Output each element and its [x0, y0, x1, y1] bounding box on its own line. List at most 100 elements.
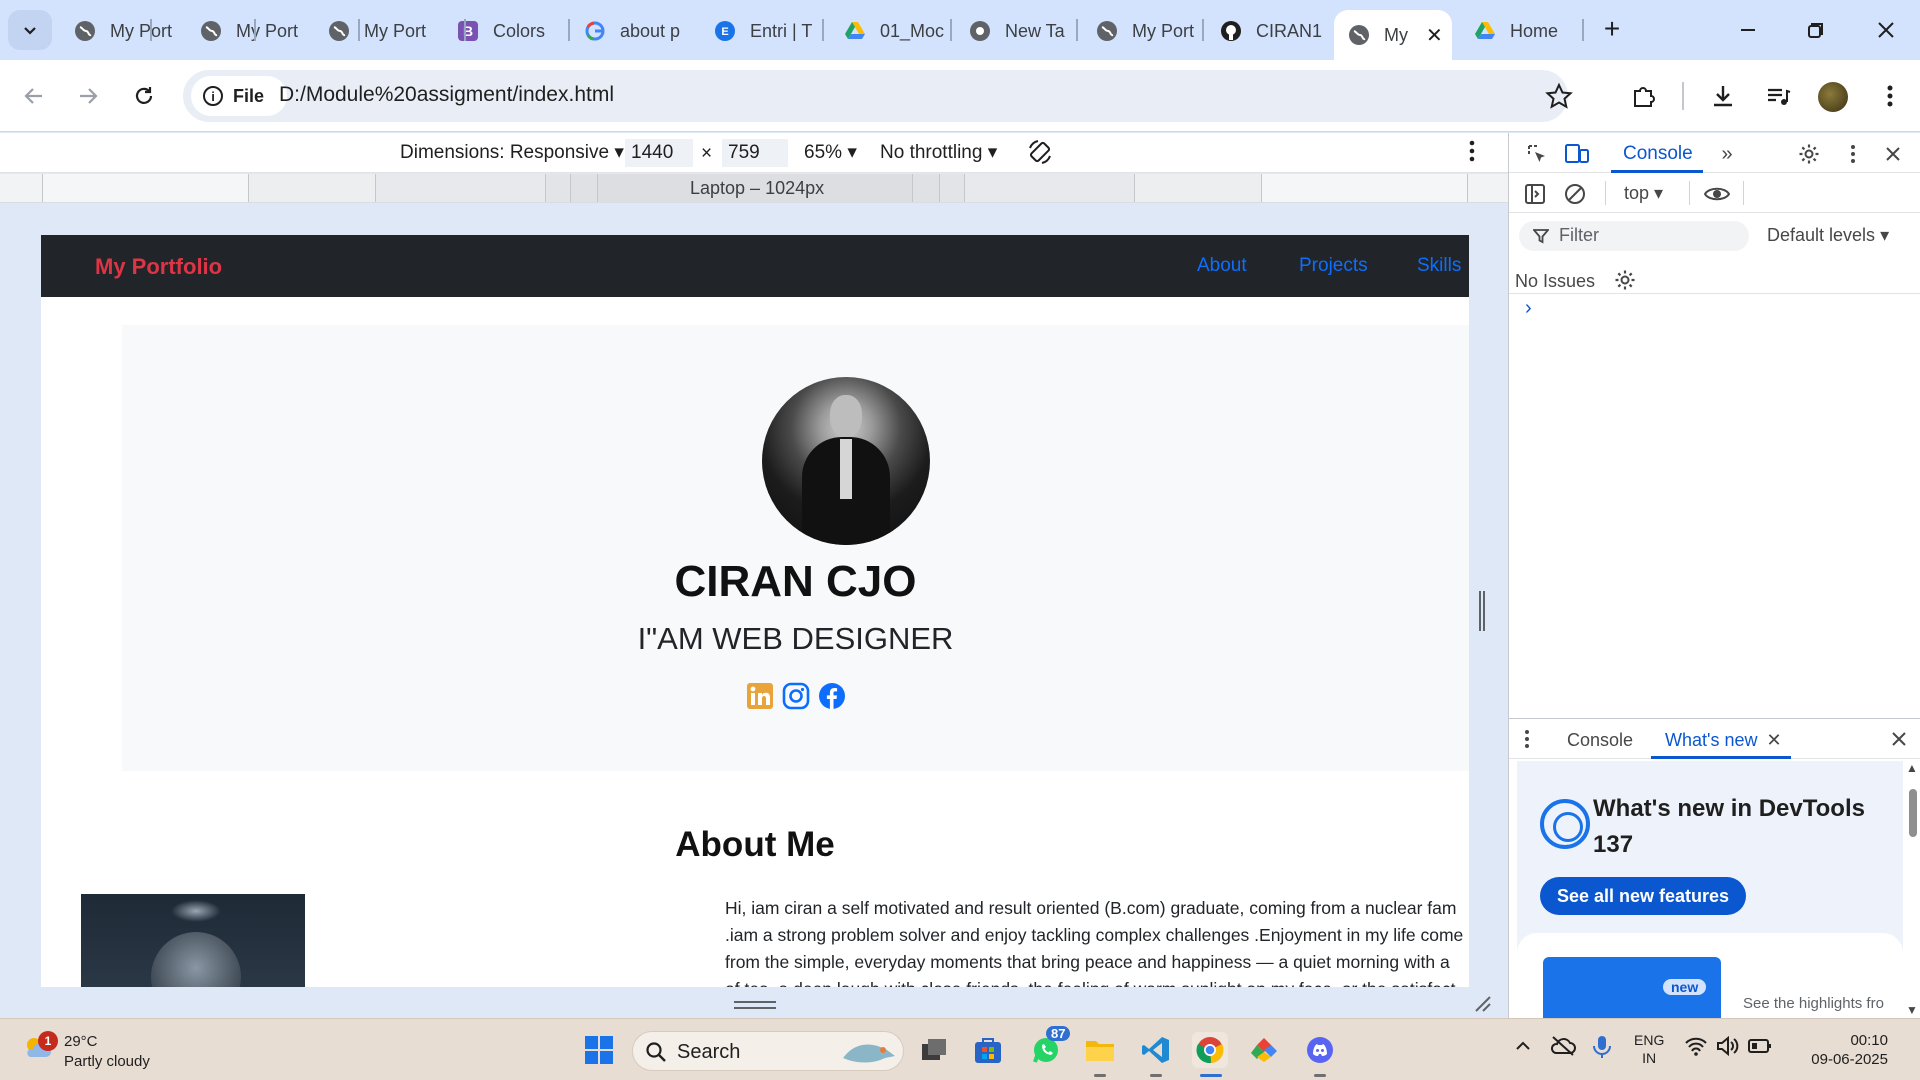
- extensions-button[interactable]: [1626, 78, 1662, 114]
- tab-new-tab[interactable]: New Ta: [955, 10, 1073, 52]
- see-all-features-button[interactable]: See all new features: [1540, 877, 1746, 915]
- restore-button[interactable]: [1798, 12, 1834, 48]
- close-drawer-button[interactable]: [1885, 725, 1913, 753]
- tab-separator: [464, 19, 466, 41]
- close-tab-icon[interactable]: ✕: [1426, 23, 1443, 48]
- facebook-icon[interactable]: [817, 681, 847, 711]
- context-selector[interactable]: top ▾: [1624, 183, 1663, 204]
- bootstrap-icon: B: [457, 20, 479, 42]
- live-expression-button[interactable]: [1703, 180, 1731, 208]
- battery-status[interactable]: [1748, 1037, 1772, 1058]
- reload-button[interactable]: [126, 78, 162, 114]
- tab-about[interactable]: about p: [570, 10, 688, 52]
- tab-my-portfolio-1[interactable]: My Port: [60, 10, 178, 52]
- chrome-menu-button[interactable]: [1872, 78, 1908, 114]
- drawer-scroll-thumb[interactable]: [1909, 789, 1917, 837]
- device-toolbar-menu-button[interactable]: [1468, 139, 1476, 169]
- discord-button[interactable]: [1302, 1032, 1338, 1068]
- close-devtools-button[interactable]: [1879, 140, 1907, 168]
- drawer-tab-console[interactable]: Console: [1567, 730, 1633, 751]
- file-explorer-button[interactable]: [1082, 1032, 1118, 1068]
- media-controls-button[interactable]: [1760, 78, 1796, 114]
- devtools-tab-console[interactable]: Console: [1623, 143, 1693, 165]
- minimize-button[interactable]: [1730, 12, 1766, 48]
- microphone-button[interactable]: [1592, 1035, 1612, 1062]
- minimize-icon: [1741, 29, 1755, 31]
- width-input[interactable]: 1440: [625, 139, 693, 167]
- linkedin-icon[interactable]: [745, 681, 775, 711]
- more-tabs-button[interactable]: »: [1713, 140, 1741, 168]
- caret-down-icon: ▾: [987, 142, 998, 163]
- device-toolbar-toggle[interactable]: [1563, 140, 1591, 168]
- address-bar[interactable]: i File D:/Module%20assigment/index.html: [183, 70, 1573, 122]
- rotate-button[interactable]: [1026, 138, 1054, 172]
- system-clock[interactable]: 00:10 09-06-2025: [1778, 1031, 1888, 1069]
- forward-button[interactable]: [70, 78, 106, 114]
- microsoft-store-button[interactable]: [970, 1032, 1006, 1068]
- tab-my-portfolio-active[interactable]: My ✕: [1334, 10, 1452, 60]
- drawer-menu-button[interactable]: [1513, 725, 1541, 753]
- console-filter-input[interactable]: Filter: [1519, 221, 1749, 251]
- volume-icon: [1717, 1035, 1739, 1057]
- vscode-button[interactable]: [1138, 1032, 1174, 1068]
- language-indicator[interactable]: ENG IN: [1634, 1031, 1664, 1067]
- tab-colors[interactable]: B Colors: [443, 10, 561, 52]
- close-icon[interactable]: ✕: [1767, 730, 1782, 750]
- url-text[interactable]: D:/Module%20assigment/index.html: [279, 83, 614, 107]
- tab-entri[interactable]: E Entri | T: [700, 10, 818, 52]
- viewport-resize-handle-bottom[interactable]: [734, 1001, 776, 1009]
- instagram-icon[interactable]: [781, 681, 811, 711]
- show-sidebar-button[interactable]: [1521, 180, 1549, 208]
- task-view-button[interactable]: [916, 1032, 952, 1068]
- tab-github[interactable]: CIRAN1: [1206, 10, 1334, 52]
- devtools-settings-button[interactable]: [1795, 140, 1823, 168]
- close-window-button[interactable]: [1868, 12, 1904, 48]
- bookmark-star-button[interactable]: [1545, 78, 1573, 119]
- about-line: from the simple, everyday moments that b…: [725, 952, 1450, 972]
- site-info-chip[interactable]: i File: [191, 76, 287, 116]
- dimensions-dropdown[interactable]: Dimensions: Responsive ▾: [400, 141, 624, 164]
- height-input[interactable]: 759: [722, 139, 788, 167]
- site-brand[interactable]: My Portfolio: [95, 254, 222, 280]
- scroll-down-icon[interactable]: ▼: [1906, 1003, 1918, 1017]
- viewport-resize-corner[interactable]: [1474, 995, 1492, 1019]
- onedrive-button[interactable]: [1550, 1035, 1576, 1060]
- back-button[interactable]: [16, 78, 52, 114]
- new-tab-button[interactable]: +: [1597, 13, 1627, 44]
- nav-link-skills[interactable]: Skills: [1417, 255, 1461, 277]
- downloads-button[interactable]: [1705, 78, 1741, 114]
- tab-my-portfolio-3[interactable]: My Port: [314, 10, 432, 52]
- drawer-tab-whats-new[interactable]: What's new ✕: [1665, 730, 1782, 751]
- inspect-element-button[interactable]: [1523, 140, 1551, 168]
- chrome-button[interactable]: [1192, 1032, 1228, 1068]
- volume-status[interactable]: [1716, 1035, 1740, 1060]
- show-hidden-icons-button[interactable]: [1514, 1037, 1532, 1058]
- profile-avatar[interactable]: [1818, 82, 1848, 112]
- console-prompt[interactable]: ›: [1525, 297, 1532, 320]
- running-indicator: [1094, 1074, 1106, 1077]
- whatsapp-button[interactable]: 87: [1028, 1026, 1071, 1068]
- zoom-dropdown[interactable]: 65% ▾: [804, 141, 857, 164]
- filter-placeholder: Filter: [1559, 225, 1599, 245]
- highlights-thumbnail[interactable]: new: [1543, 957, 1721, 1027]
- tab-search-button[interactable]: [8, 10, 52, 50]
- issues-counter[interactable]: No Issues: [1515, 265, 1635, 292]
- throttling-dropdown[interactable]: No throttling ▾: [880, 141, 997, 164]
- gear-icon[interactable]: [1614, 269, 1636, 291]
- devtools-menu-button[interactable]: [1839, 140, 1867, 168]
- viewport-resize-handle-right[interactable]: [1479, 591, 1485, 631]
- log-levels-dropdown[interactable]: Default levels ▾: [1767, 225, 1889, 246]
- tab-my-portfolio-2[interactable]: My Port: [186, 10, 304, 52]
- pinned-app-button[interactable]: [1246, 1032, 1282, 1068]
- nav-link-projects[interactable]: Projects: [1299, 255, 1368, 277]
- tab-home[interactable]: Home: [1460, 10, 1578, 52]
- taskbar-search[interactable]: Search: [632, 1031, 904, 1071]
- scroll-up-icon[interactable]: ▲: [1906, 761, 1918, 775]
- weather-widget[interactable]: 1 29°C Partly cloudy: [22, 1031, 162, 1071]
- clear-console-button[interactable]: [1561, 180, 1589, 208]
- tab-01-moc[interactable]: 01_Moc: [830, 10, 948, 52]
- start-button[interactable]: [581, 1032, 617, 1068]
- wifi-status[interactable]: [1684, 1035, 1708, 1060]
- tab-my-portfolio-4[interactable]: My Port: [1082, 10, 1200, 52]
- nav-link-about[interactable]: About: [1197, 255, 1247, 277]
